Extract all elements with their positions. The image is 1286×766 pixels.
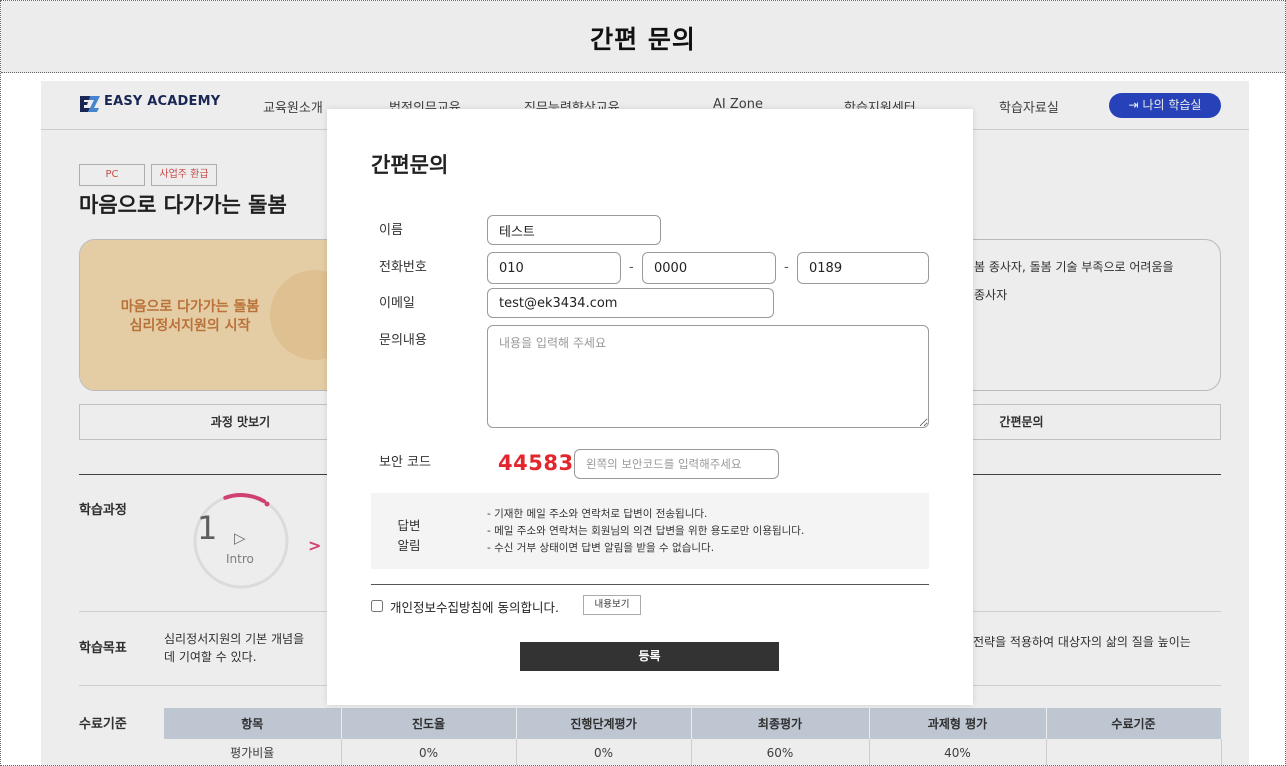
phone-part3-input[interactable] (797, 252, 929, 284)
phone-separator: - (629, 260, 634, 275)
quick-inquiry-modal: 간편문의 이름 전화번호 - - 이메일 문의내용 보안 코드 44583 답변… (327, 109, 973, 705)
phone-separator: - (784, 260, 789, 275)
captcha-code: 44583 (498, 451, 574, 475)
message-label: 문의내용 (379, 333, 427, 348)
email-label: 이메일 (379, 296, 415, 311)
phone-part2-input[interactable] (642, 252, 776, 284)
notice-label-line-2: 알림 (397, 538, 421, 553)
form-divider (371, 584, 929, 585)
email-input[interactable] (487, 288, 774, 318)
consent-label[interactable]: 개인정보수집방침에 동의합니다. (390, 597, 559, 616)
modal-title: 간편문의 (371, 153, 449, 177)
consent-checkbox[interactable] (371, 600, 383, 612)
header-bar: 간편 문의 (1, 1, 1285, 73)
screenshot-root: 간편 문의 EASY ACADEMY 교육원소개 법정의무교육 직무능력향상교육… (0, 0, 1286, 766)
page-title: 간편 문의 (590, 25, 696, 54)
notice-line-3: - 수신 거부 상태이면 답변 알림을 받을 수 없습니다. (487, 542, 715, 554)
name-input[interactable] (487, 215, 661, 245)
captcha-input[interactable] (574, 449, 779, 479)
notice-label-line-1: 답변 (397, 518, 421, 533)
name-label: 이름 (379, 223, 403, 238)
submit-button[interactable]: 등록 (520, 642, 779, 671)
message-textarea[interactable] (487, 325, 929, 428)
notice-line-1: - 기재한 메일 주소와 연락처로 답변이 전송됩니다. (487, 508, 708, 520)
notice-line-2: - 메일 주소와 연락처는 회원님의 의견 답변을 위한 용도로만 이용됩니다. (487, 525, 805, 537)
captcha-label: 보안 코드 (379, 455, 431, 470)
phone-label: 전화번호 (379, 260, 427, 275)
view-policy-button[interactable]: 내용보기 (583, 595, 641, 615)
phone-part1-input[interactable] (487, 252, 621, 284)
reply-notice-box: 답변 알림 - 기재한 메일 주소와 연락처로 답변이 전송됩니다. - 메일 … (371, 493, 929, 569)
